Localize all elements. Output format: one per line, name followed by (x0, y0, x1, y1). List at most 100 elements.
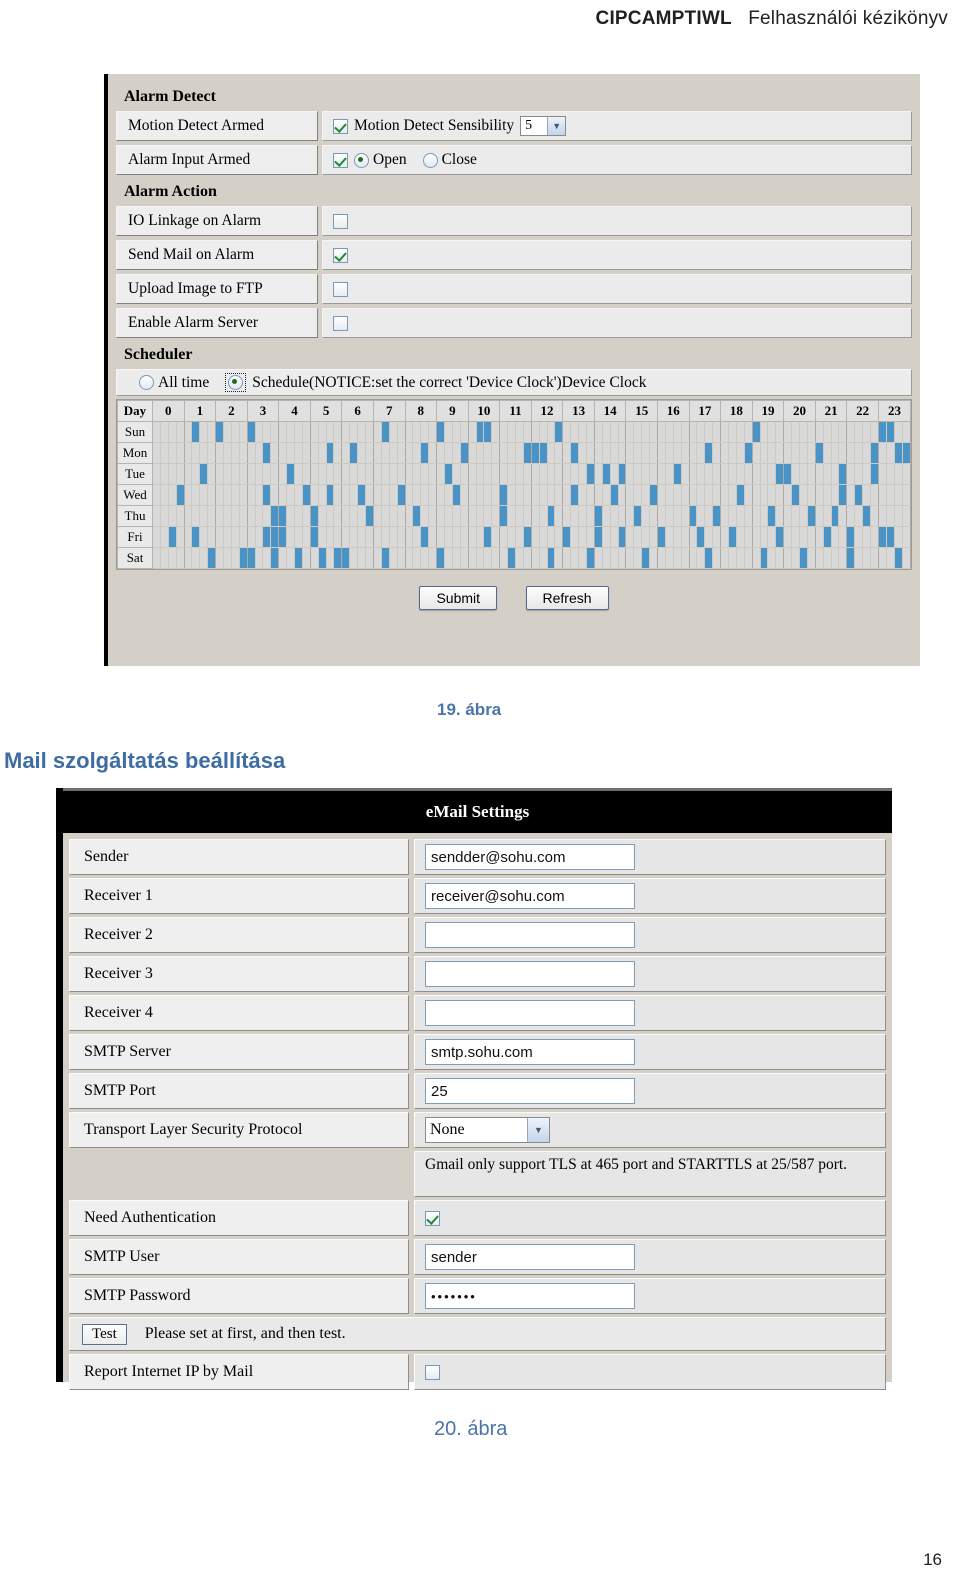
scheduler-slot[interactable] (428, 421, 438, 443)
alarm-input-close-radio[interactable]: Close (422, 151, 477, 169)
scheduler-slot[interactable] (199, 547, 209, 569)
scheduler-slot[interactable] (404, 484, 414, 506)
scheduler-slot[interactable] (325, 547, 335, 569)
scheduler-slot[interactable] (625, 463, 635, 485)
scheduler-slot[interactable] (720, 505, 730, 527)
scheduler-slot[interactable] (625, 421, 635, 443)
scheduler-slot[interactable] (436, 505, 445, 527)
scheduler-slot[interactable] (365, 526, 374, 548)
scheduler-slot[interactable] (215, 442, 225, 464)
scheduler-slot[interactable] (885, 463, 895, 485)
scheduler-slot[interactable] (901, 484, 912, 506)
scheduler-slot[interactable] (475, 526, 485, 548)
scheduler-slot[interactable] (791, 442, 801, 464)
scheduler-slot[interactable] (341, 505, 351, 527)
scheduler-slot[interactable] (396, 505, 406, 527)
scheduler-slot[interactable] (167, 463, 177, 485)
scheduler-slot[interactable] (649, 421, 658, 443)
scheduler-slot[interactable] (396, 484, 406, 506)
scheduler-slot[interactable] (641, 484, 651, 506)
scheduler-slot[interactable] (593, 442, 603, 464)
scheduler-slot[interactable] (854, 484, 864, 506)
scheduler-slot[interactable] (301, 442, 311, 464)
scheduler-slot[interactable] (167, 442, 177, 464)
scheduler-slot[interactable] (317, 526, 327, 548)
scheduler-slot[interactable] (301, 526, 311, 548)
test-button[interactable]: Test (82, 1323, 127, 1345)
scheduler-slot[interactable] (152, 421, 161, 443)
scheduler-slot[interactable] (743, 463, 753, 485)
scheduler-slot[interactable] (270, 505, 280, 527)
scheduler-slot[interactable] (641, 505, 651, 527)
scheduler-slot[interactable] (680, 463, 690, 485)
scheduler-slot[interactable] (767, 547, 777, 569)
scheduler-slot[interactable] (159, 547, 169, 569)
scheduler-slot[interactable] (443, 526, 453, 548)
scheduler-slot[interactable] (664, 442, 674, 464)
scheduler-slot[interactable] (238, 526, 248, 548)
scheduler-slot[interactable] (428, 547, 438, 569)
scheduler-slot[interactable] (806, 505, 816, 527)
scheduler-slot[interactable] (814, 505, 824, 527)
scheduler-slot[interactable] (696, 442, 706, 464)
scheduler-slot[interactable] (728, 421, 737, 443)
scheduler-slot[interactable] (751, 505, 761, 527)
scheduler-slot[interactable] (207, 484, 217, 506)
scheduler-slot[interactable] (712, 484, 722, 506)
scheduler-slot[interactable] (349, 463, 359, 485)
scheduler-slot[interactable] (191, 547, 201, 569)
scheduler-slot[interactable] (270, 421, 280, 443)
scheduler-slot[interactable] (562, 421, 572, 443)
scheduler-slot[interactable] (538, 484, 548, 506)
scheduler-slot[interactable] (388, 547, 398, 569)
scheduler-slot[interactable] (443, 463, 453, 485)
scheduler-slot[interactable] (365, 547, 374, 569)
scheduler-slot[interactable] (522, 505, 532, 527)
scheduler-slot[interactable] (562, 526, 572, 548)
scheduler-slot[interactable] (822, 463, 832, 485)
scheduler-slot[interactable] (412, 421, 422, 443)
scheduler-slot[interactable] (191, 421, 201, 443)
scheduler-slot[interactable] (380, 463, 390, 485)
scheduler-slot[interactable] (459, 547, 469, 569)
scheduler-slot[interactable] (270, 484, 280, 506)
scheduler-slot[interactable] (207, 526, 217, 548)
scheduler-slot[interactable] (806, 463, 816, 485)
scheduler-slot[interactable] (862, 442, 872, 464)
scheduler-slot[interactable] (246, 442, 256, 464)
scheduler-slot[interactable] (767, 505, 777, 527)
scheduler-slot[interactable] (546, 484, 556, 506)
scheduler-slot[interactable] (522, 526, 532, 548)
scheduler-slot[interactable] (278, 505, 288, 527)
scheduler-slot[interactable] (191, 442, 201, 464)
scheduler-slot[interactable] (720, 442, 730, 464)
scheduler-slot[interactable] (507, 505, 516, 527)
motion-detect-armed-checkbox[interactable] (333, 118, 348, 134)
scheduler-slot[interactable] (467, 526, 477, 548)
scheduler-slot[interactable] (301, 463, 311, 485)
scheduler-slot[interactable] (451, 547, 461, 569)
scheduler-slot[interactable] (546, 421, 556, 443)
scheduler-slot[interactable] (428, 442, 438, 464)
scheduler-slot[interactable] (301, 484, 311, 506)
scheduler-slot[interactable] (546, 547, 556, 569)
scheduler-slot[interactable] (538, 505, 548, 527)
scheduler-slot[interactable] (349, 484, 359, 506)
scheduler-slot[interactable] (262, 421, 272, 443)
scheduler-slot[interactable] (838, 421, 848, 443)
scheduler-slot[interactable] (688, 442, 698, 464)
scheduler-slot[interactable] (854, 547, 864, 569)
scheduler-slot[interactable] (238, 547, 248, 569)
scheduler-slot[interactable] (633, 421, 643, 443)
scheduler-slot[interactable] (885, 547, 895, 569)
scheduler-slot[interactable] (791, 526, 801, 548)
scheduler-slot[interactable] (530, 526, 540, 548)
scheduler-slot[interactable] (562, 463, 572, 485)
scheduler-slot[interactable] (467, 547, 477, 569)
scheduler-slot[interactable] (238, 442, 248, 464)
scheduler-slot[interactable] (728, 526, 737, 548)
scheduler-slot[interactable] (372, 526, 382, 548)
scheduler-slot[interactable] (893, 484, 903, 506)
scheduler-slot[interactable] (712, 505, 722, 527)
scheduler-slot[interactable] (286, 463, 296, 485)
